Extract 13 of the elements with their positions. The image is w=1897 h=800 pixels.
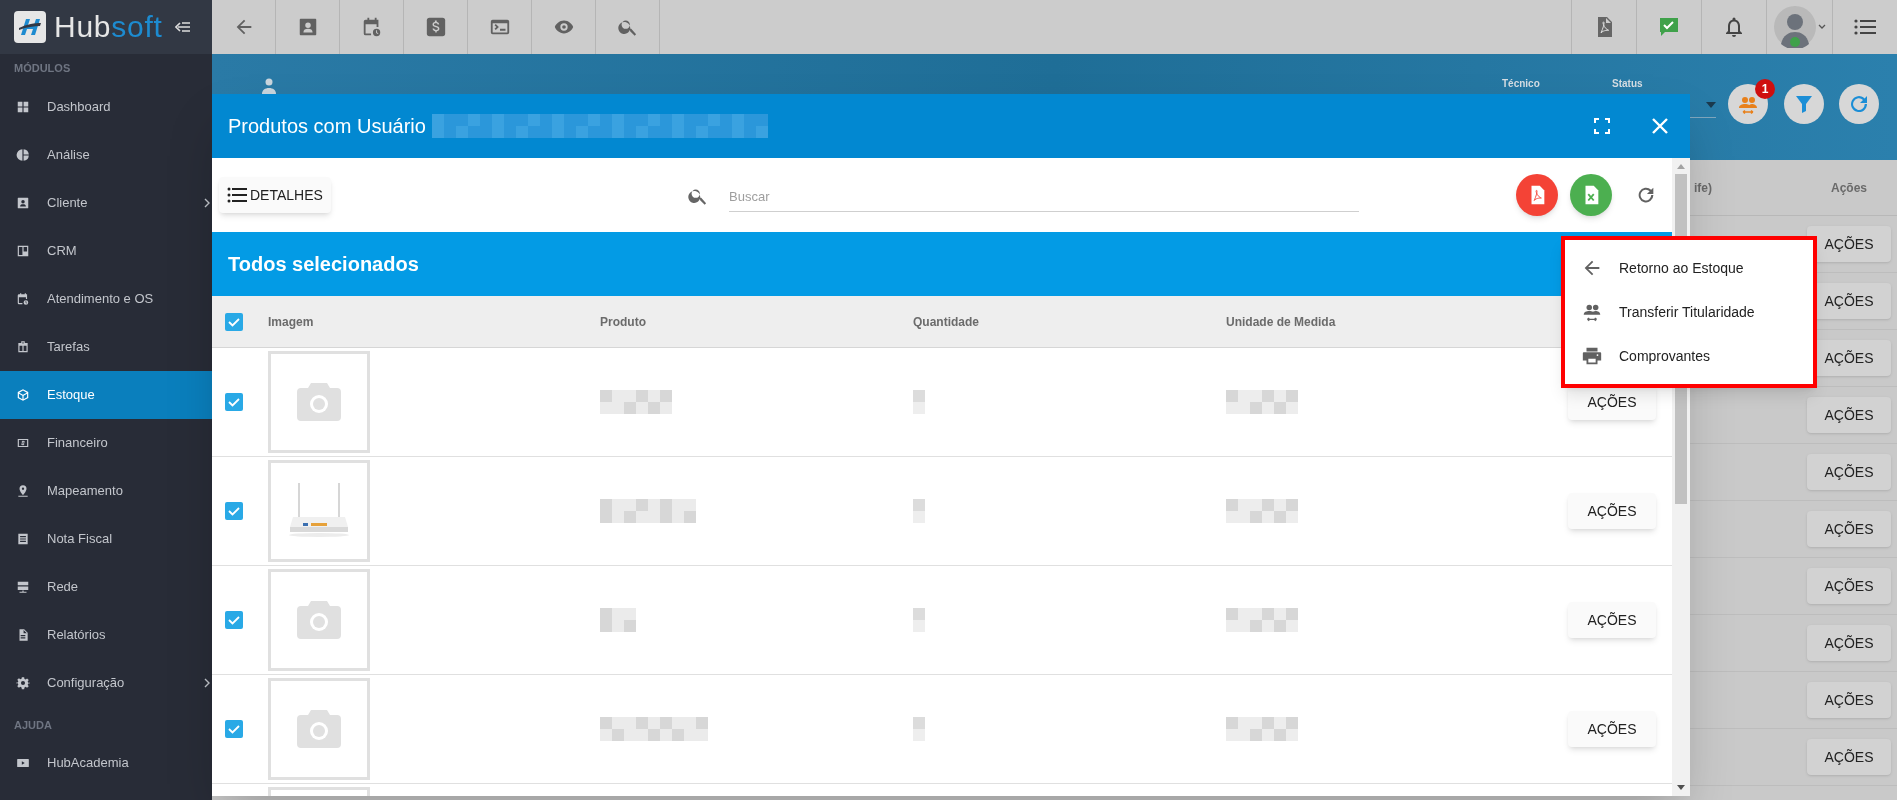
column-header: Ações — [1830, 179, 1867, 197]
modal-title: Produtos com Usuário — [228, 114, 426, 139]
logo-text: Hubsoft — [54, 12, 163, 42]
column-header: Imagem — [268, 313, 314, 331]
column-header: Produto — [600, 313, 646, 331]
filter-label: Técnico — [1502, 77, 1540, 91]
section-heading: MÓDULOS — [13, 61, 72, 76]
column-header: Unidade de Medida — [1226, 313, 1336, 331]
banner-text: Todos selecionados — [228, 252, 419, 277]
section-heading: AJUDA — [13, 717, 53, 733]
filter-label: Status — [1612, 77, 1643, 91]
column-header: Quantidade — [913, 313, 979, 331]
column-header: ife) — [1694, 179, 1712, 197]
